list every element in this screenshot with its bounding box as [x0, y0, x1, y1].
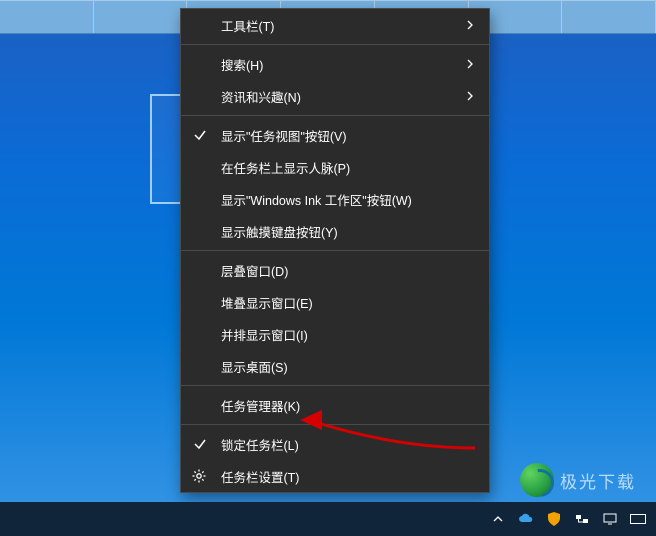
monitor-icon[interactable] [602, 511, 618, 527]
menu-item-show-people[interactable]: 在任务栏上显示人脉(P) [181, 151, 489, 183]
menu-item-label: 锁定任务栏(L) [221, 435, 299, 454]
snap-tab [0, 0, 94, 33]
menu-separator [181, 44, 489, 45]
watermark: 极光下载 [520, 460, 650, 500]
check-icon [193, 128, 207, 142]
taskbar-context-menu[interactable]: 工具栏(T) 搜索(H) 资讯和兴趣(N) 显示"任务视图"按钮(V) 在任务栏… [180, 8, 490, 493]
menu-item-label: 显示"任务视图"按钮(V) [221, 126, 347, 145]
system-tray[interactable] [484, 511, 652, 527]
menu-separator [181, 250, 489, 251]
watermark-text: 极光下载 [560, 468, 636, 493]
menu-item-taskbar-settings[interactable]: 任务栏设置(T) [181, 460, 489, 492]
taskbar[interactable] [0, 502, 656, 536]
watermark-logo-icon [520, 463, 554, 497]
chevron-up-icon[interactable] [490, 511, 506, 527]
menu-separator [181, 115, 489, 116]
menu-item-news-interests[interactable]: 资讯和兴趣(N) [181, 80, 489, 112]
shield-icon[interactable] [546, 511, 562, 527]
menu-item-label: 显示触摸键盘按钮(Y) [221, 222, 338, 241]
check-icon [193, 437, 207, 451]
menu-item-task-manager[interactable]: 任务管理器(K) [181, 389, 489, 421]
chevron-right-icon [465, 59, 475, 69]
chevron-right-icon [465, 20, 475, 30]
menu-item-side-by-side[interactable]: 并排显示窗口(I) [181, 318, 489, 350]
menu-item-label: 在任务栏上显示人脉(P) [221, 158, 350, 177]
menu-item-toolbars[interactable]: 工具栏(T) [181, 9, 489, 41]
menu-item-show-desktop[interactable]: 显示桌面(S) [181, 350, 489, 382]
menu-item-label: 任务管理器(K) [221, 396, 300, 415]
menu-item-label: 显示桌面(S) [221, 357, 288, 376]
menu-item-cascade-windows[interactable]: 层叠窗口(D) [181, 254, 489, 286]
cloud-icon[interactable] [518, 511, 534, 527]
menu-separator [181, 424, 489, 425]
menu-item-search[interactable]: 搜索(H) [181, 48, 489, 80]
menu-item-lock-taskbar[interactable]: 锁定任务栏(L) [181, 428, 489, 460]
menu-item-stack-windows[interactable]: 堆叠显示窗口(E) [181, 286, 489, 318]
menu-separator [181, 385, 489, 386]
menu-item-label: 工具栏(T) [221, 16, 274, 35]
menu-item-label: 并排显示窗口(I) [221, 325, 308, 344]
snap-tab [562, 0, 656, 33]
menu-item-label: 资讯和兴趣(N) [221, 87, 301, 106]
menu-item-show-ink-workspace[interactable]: 显示"Windows Ink 工作区"按钮(W) [181, 183, 489, 215]
menu-item-label: 任务栏设置(T) [221, 467, 299, 486]
keyboard-icon[interactable] [630, 511, 646, 527]
menu-item-label: 层叠窗口(D) [221, 261, 288, 280]
menu-item-label: 显示"Windows Ink 工作区"按钮(W) [221, 190, 412, 209]
gear-icon [191, 468, 207, 484]
menu-item-label: 堆叠显示窗口(E) [221, 293, 313, 312]
snap-tab [94, 0, 188, 33]
menu-item-label: 搜索(H) [221, 55, 263, 74]
network-icon[interactable] [574, 511, 590, 527]
chevron-right-icon [465, 91, 475, 101]
menu-item-show-touch-keyboard[interactable]: 显示触摸键盘按钮(Y) [181, 215, 489, 247]
menu-item-show-task-view[interactable]: 显示"任务视图"按钮(V) [181, 119, 489, 151]
